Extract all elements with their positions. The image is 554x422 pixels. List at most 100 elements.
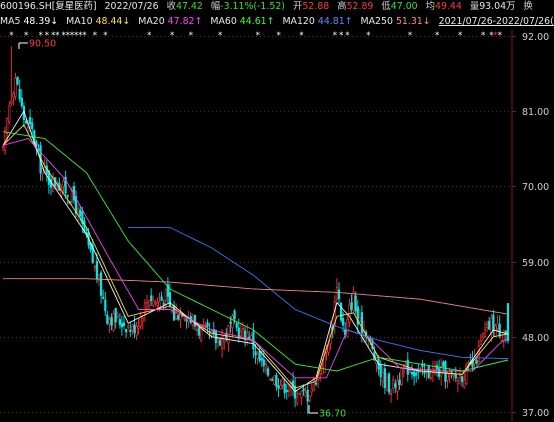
candle-body xyxy=(118,319,121,325)
candle-body xyxy=(350,302,353,310)
candle-body xyxy=(392,378,395,389)
candle-body xyxy=(496,323,499,330)
candle-body xyxy=(193,314,197,327)
candle-body xyxy=(358,317,361,322)
candle-body xyxy=(154,301,157,304)
candle-body xyxy=(498,323,501,337)
candle-body xyxy=(62,180,65,187)
candle-body xyxy=(339,302,343,321)
candle-body xyxy=(306,389,309,402)
candle-body xyxy=(168,292,172,306)
candle-body xyxy=(100,272,103,296)
candle-body xyxy=(273,375,276,385)
y-tick-label: 37.00 xyxy=(522,408,549,419)
candle-body xyxy=(131,326,134,331)
candle-body xyxy=(175,312,178,319)
candle-body xyxy=(183,317,186,320)
candle-body xyxy=(141,317,144,322)
candle-body xyxy=(214,330,218,343)
candle-body xyxy=(31,122,34,130)
candle-body xyxy=(106,314,109,324)
y-tick-label: 48.00 xyxy=(522,333,549,344)
candle-body xyxy=(239,330,243,337)
candle-body xyxy=(139,316,142,327)
candle-body xyxy=(127,325,130,328)
candle-body xyxy=(122,322,126,326)
extreme-marks: 90.50 36.70 xyxy=(18,39,346,420)
candle-body xyxy=(448,374,451,377)
candle-body xyxy=(116,315,119,318)
candle-body xyxy=(417,370,420,373)
candle-body xyxy=(467,362,470,364)
candle-body xyxy=(133,324,136,334)
candle-body xyxy=(285,389,288,393)
candle-body xyxy=(287,389,291,392)
candle-body xyxy=(97,274,101,281)
candle-body xyxy=(216,338,220,343)
candle-body xyxy=(16,76,19,85)
candle-body xyxy=(196,329,199,331)
candle-body xyxy=(314,382,318,385)
candle-body xyxy=(258,350,261,361)
candle-body xyxy=(446,373,449,381)
candle-body xyxy=(137,325,140,329)
candle-body xyxy=(268,378,272,381)
candle-body xyxy=(429,377,432,380)
candle-body xyxy=(233,310,236,319)
candle-body xyxy=(271,379,274,382)
candle-body xyxy=(104,299,107,312)
candle-body xyxy=(66,194,69,197)
candle-body xyxy=(120,323,123,328)
candle-body xyxy=(6,118,9,134)
candle-body xyxy=(248,336,251,339)
candle-body xyxy=(415,372,418,376)
ma20-line xyxy=(2,137,509,379)
price-axis: 92.00 81.00 70.00 59.00 48.00 37.00 xyxy=(512,32,549,419)
high-mark-label: 90.50 xyxy=(29,39,56,50)
candle-body xyxy=(10,100,13,104)
candle-body xyxy=(162,302,165,305)
candle-body xyxy=(229,321,232,324)
candle-body xyxy=(114,307,117,323)
candle-body xyxy=(235,323,238,328)
low-mark-label: 36.70 xyxy=(319,409,346,420)
candle-body xyxy=(241,328,245,331)
candle-body xyxy=(262,359,265,366)
candle-body xyxy=(296,397,299,404)
candle-body xyxy=(310,387,313,393)
candle-body xyxy=(312,378,316,391)
candle-body xyxy=(352,291,355,312)
candle-body xyxy=(18,88,21,100)
candle-body xyxy=(160,296,163,301)
candle-body xyxy=(300,390,303,399)
candle-body xyxy=(360,312,364,334)
candle-body xyxy=(346,319,349,337)
candle-body xyxy=(396,380,399,392)
y-tick-label: 92.00 xyxy=(522,32,549,43)
candle-body xyxy=(206,322,209,327)
y-tick-label: 81.00 xyxy=(522,107,549,118)
candle-body xyxy=(490,317,493,333)
candle-body xyxy=(1,146,5,148)
candle-body xyxy=(483,329,487,337)
candle-body xyxy=(221,337,224,350)
candle-body xyxy=(254,351,257,356)
candle-body xyxy=(408,370,412,373)
y-tick-label: 59.00 xyxy=(522,258,549,269)
candle-body xyxy=(218,339,222,346)
candle-body xyxy=(410,371,414,375)
candle-body xyxy=(150,295,153,301)
candle-body xyxy=(354,295,357,312)
ma250-line xyxy=(3,278,509,315)
candle-body xyxy=(283,383,286,394)
candle-body xyxy=(185,319,188,322)
candle-body xyxy=(385,377,389,391)
candle-body xyxy=(260,358,263,361)
candle-body xyxy=(198,327,201,336)
candle-body xyxy=(231,315,234,328)
candlestick-chart[interactable]: 92.00 81.00 70.00 59.00 48.00 37.00 90.50 36.… xyxy=(0,0,554,422)
candle-body xyxy=(485,323,489,328)
candle-body xyxy=(79,209,82,216)
candle-body xyxy=(452,374,455,377)
candle-body xyxy=(28,117,32,125)
